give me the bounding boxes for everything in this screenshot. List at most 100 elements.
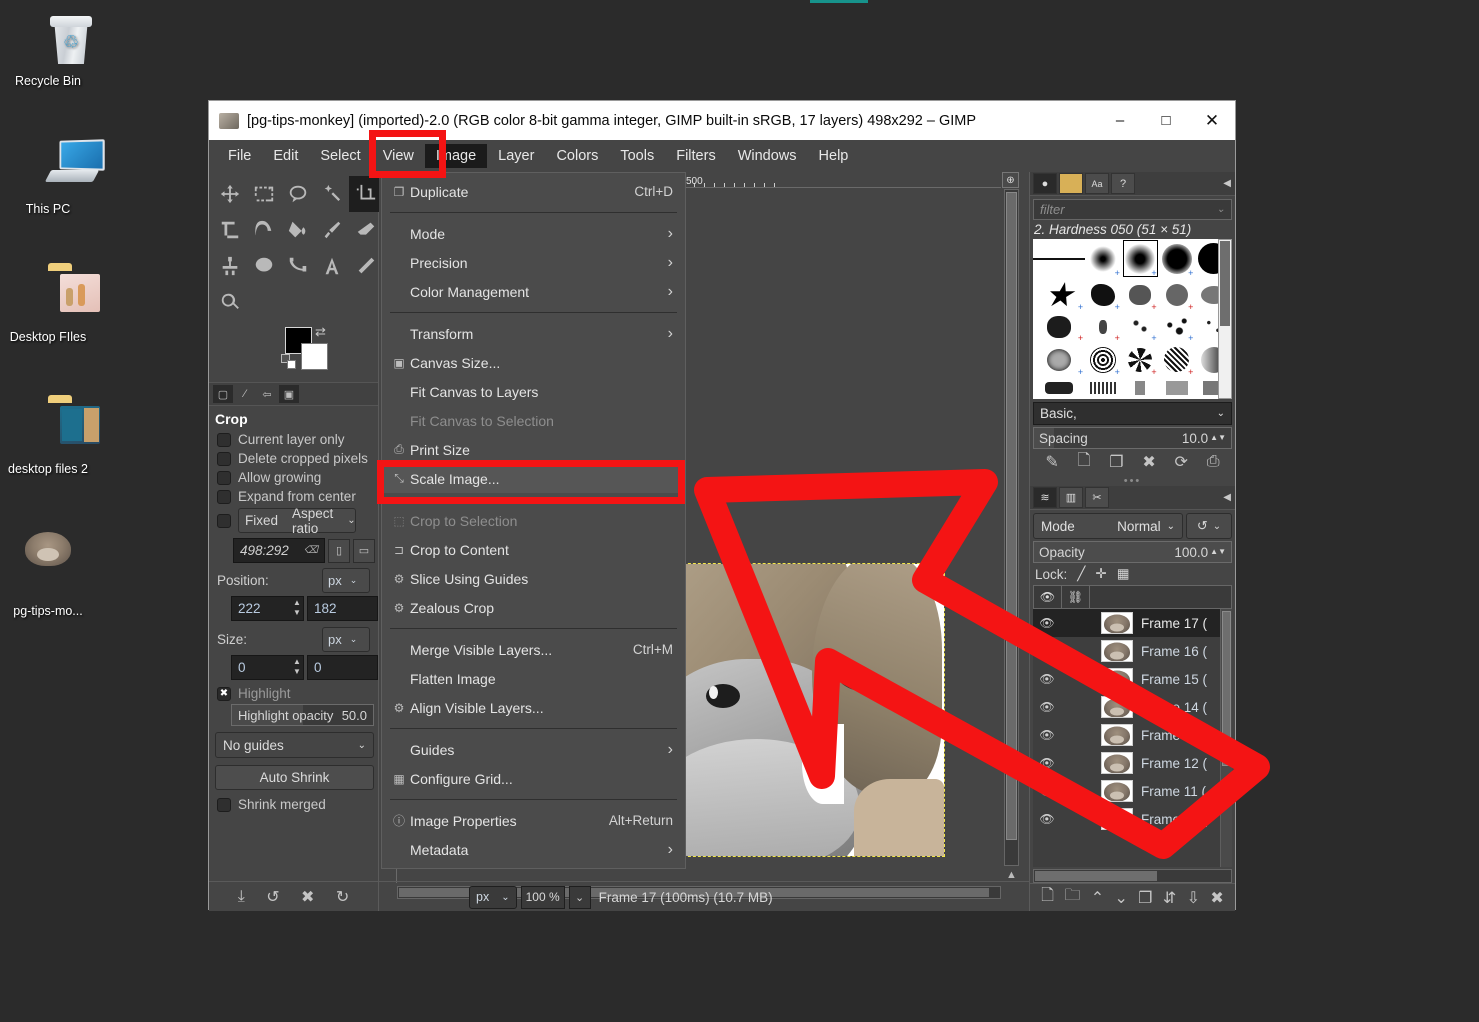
lower-layer-icon[interactable]: ⌄ bbox=[1114, 888, 1127, 908]
brush-item[interactable] bbox=[1159, 377, 1196, 399]
bucket-fill-tool[interactable] bbox=[281, 212, 315, 248]
fixed-aspect-dropdown[interactable]: Fixed Aspect ratio ⌄ bbox=[238, 508, 356, 533]
menu-layer[interactable]: Layer bbox=[487, 144, 545, 168]
auto-shrink-button[interactable]: Auto Shrink bbox=[215, 765, 374, 790]
anchor-layer-icon[interactable]: ⇵ bbox=[1163, 888, 1176, 908]
brush-item[interactable]: + bbox=[1122, 278, 1159, 312]
menu-item-color-management[interactable]: Color Management › bbox=[382, 277, 685, 306]
refresh-brushes-icon[interactable]: ⟳ bbox=[1175, 452, 1188, 472]
vertical-scrollbar[interactable] bbox=[1004, 189, 1019, 866]
visibility-icon[interactable]: 👁 bbox=[1033, 812, 1061, 826]
portrait-orientation-button[interactable]: ▯ bbox=[328, 539, 350, 563]
brush-spacing-slider[interactable]: Spacing 10.0 ▲▼ bbox=[1033, 427, 1232, 449]
scrollbar-thumb[interactable] bbox=[1035, 871, 1157, 881]
raise-layer-icon[interactable]: ⌃ bbox=[1091, 888, 1104, 908]
paths-tool[interactable] bbox=[281, 248, 315, 284]
duplicate-brush-icon[interactable]: ❐ bbox=[1109, 452, 1123, 472]
visibility-icon[interactable]: 👁 bbox=[1033, 672, 1061, 686]
menu-item-scale-image[interactable]: ⤡ Scale Image... bbox=[382, 464, 685, 493]
image-menu-dropdown[interactable]: ❐ Duplicate Ctrl+D Mode › Precision › Co… bbox=[381, 172, 686, 869]
menu-image[interactable]: Image bbox=[425, 144, 487, 168]
paths-tab[interactable]: ✂ bbox=[1085, 487, 1109, 508]
visibility-icon[interactable]: 👁 bbox=[1033, 644, 1061, 658]
lock-alpha-icon[interactable]: ▦ bbox=[1117, 566, 1130, 582]
menu-item-metadata[interactable]: Metadata › bbox=[382, 835, 685, 864]
menu-item-canvas-size[interactable]: ▣ Canvas Size... bbox=[382, 348, 685, 377]
brush-item[interactable]: + bbox=[1122, 343, 1159, 377]
clone-tool[interactable] bbox=[213, 248, 247, 284]
delete-layer-icon[interactable]: ✖ bbox=[1210, 888, 1223, 908]
fuzzy-select-tool[interactable] bbox=[315, 176, 349, 212]
duplicate-layer-icon[interactable]: ❐ bbox=[1138, 888, 1152, 908]
menu-view[interactable]: View bbox=[372, 144, 425, 168]
layer-mode-dropdown[interactable]: Mode Normal ⌄ bbox=[1033, 513, 1183, 539]
layer-opacity-slider[interactable]: Opacity 100.0 ▲▼ bbox=[1033, 541, 1232, 563]
desktop-icon-recycle-bin[interactable]: ♲ Recycle Bin bbox=[0, 12, 96, 89]
active-image-thumb-icon[interactable]: ▣ bbox=[279, 385, 299, 403]
merge-down-icon[interactable]: ⇩ bbox=[1187, 888, 1200, 908]
brush-grid[interactable]: + + + + ★+ + + + + + + + + + bbox=[1033, 239, 1232, 399]
menu-help[interactable]: Help bbox=[808, 144, 860, 168]
image-canvas[interactable] bbox=[664, 564, 944, 856]
layer-row[interactable]: 👁 Frame 17 ( bbox=[1033, 609, 1232, 637]
desktop-icon-desktop-files-2[interactable]: desktop files 2 bbox=[0, 400, 96, 477]
brush-item[interactable] bbox=[1122, 377, 1159, 399]
scrollbar-thumb[interactable] bbox=[1222, 611, 1231, 766]
menu-item-guides[interactable]: Guides › bbox=[382, 735, 685, 764]
new-layer-icon[interactable]: 🗋 bbox=[1041, 884, 1054, 911]
menu-item-print-size[interactable]: ⎙ Print Size bbox=[382, 435, 685, 464]
eraser-tool[interactable] bbox=[349, 212, 383, 248]
checkbox[interactable] bbox=[217, 433, 231, 447]
lock-pixels-icon[interactable]: ╱ bbox=[1077, 566, 1085, 582]
background-color-swatch[interactable] bbox=[301, 343, 328, 370]
new-brush-icon[interactable]: 🗋 bbox=[1078, 449, 1091, 476]
desktop-icon-this-pc[interactable]: This PC bbox=[0, 140, 96, 217]
menu-item-mode[interactable]: Mode › bbox=[382, 219, 685, 248]
size-height-input[interactable]: 0 bbox=[307, 655, 378, 680]
clear-icon[interactable]: ⌫ bbox=[304, 545, 318, 556]
layers-tab[interactable]: ≋ bbox=[1033, 487, 1057, 508]
size-width-input[interactable]: 0 ▲▼ bbox=[231, 655, 304, 680]
rectangle-select-tool[interactable] bbox=[247, 176, 281, 212]
menu-item-image-properties[interactable]: ⓘ Image Properties Alt+Return bbox=[382, 806, 685, 835]
layer-list-scrollbar[interactable] bbox=[1220, 609, 1232, 867]
layer-list-hscrollbar[interactable] bbox=[1033, 869, 1232, 883]
brush-item[interactable] bbox=[1033, 377, 1085, 399]
brush-item[interactable]: + bbox=[1033, 343, 1085, 377]
delete-brush-icon[interactable]: ✖ bbox=[1142, 452, 1155, 472]
swap-colors-icon[interactable]: ⇄ bbox=[315, 324, 326, 340]
position-unit-dropdown[interactable]: px ⌄ bbox=[322, 568, 370, 593]
checkbox[interactable] bbox=[217, 490, 231, 504]
brush-item[interactable] bbox=[1033, 239, 1085, 278]
brush-item[interactable]: + bbox=[1159, 312, 1196, 342]
brush-item[interactable]: + bbox=[1159, 343, 1196, 377]
position-x-input[interactable]: 222 ▲▼ bbox=[231, 596, 304, 621]
patterns-tab[interactable] bbox=[1059, 173, 1083, 194]
size-unit-dropdown[interactable]: px ⌄ bbox=[322, 627, 370, 652]
edit-brush-icon[interactable]: ✎ bbox=[1045, 452, 1058, 472]
checkbox[interactable]: ✖ bbox=[217, 687, 231, 701]
desktop-icon-pg-tips-monkey[interactable]: pg-tips-mo... bbox=[0, 542, 96, 619]
help-tab[interactable]: ? bbox=[1111, 173, 1135, 194]
brush-item[interactable]: + bbox=[1085, 239, 1122, 278]
brush-filter-input[interactable]: filter ⌄ bbox=[1033, 199, 1232, 220]
checkbox[interactable] bbox=[217, 452, 231, 466]
menu-file[interactable]: File bbox=[217, 144, 262, 168]
menu-filters[interactable]: Filters bbox=[665, 144, 726, 168]
free-select-tool[interactable] bbox=[281, 176, 315, 212]
crop-tool[interactable] bbox=[349, 176, 383, 212]
stepper-arrows-icon[interactable]: ▲▼ bbox=[1210, 548, 1226, 556]
save-tool-options-icon[interactable]: ⤓ bbox=[238, 888, 245, 906]
navigate-image-icon[interactable]: ⊕ bbox=[1002, 172, 1019, 188]
zoom-level-input[interactable]: 100 % bbox=[521, 886, 565, 909]
delete-tool-options-icon[interactable]: ✖ bbox=[301, 887, 314, 907]
brush-item[interactable]: ★+ bbox=[1033, 278, 1085, 312]
menu-colors[interactable]: Colors bbox=[545, 144, 609, 168]
statusbar-unit-dropdown[interactable]: px ⌄ bbox=[469, 886, 517, 909]
close-button[interactable]: ✕ bbox=[1189, 101, 1235, 140]
layer-row[interactable]: 👁 Frame 12 ( bbox=[1033, 749, 1232, 777]
scrollbar-thumb[interactable] bbox=[1006, 192, 1017, 840]
unified-transform-tool[interactable] bbox=[213, 212, 247, 248]
layer-row[interactable]: 👁 Frame 16 ( bbox=[1033, 637, 1232, 665]
layer-row[interactable]: 👁 Frame 11 ( bbox=[1033, 777, 1232, 805]
